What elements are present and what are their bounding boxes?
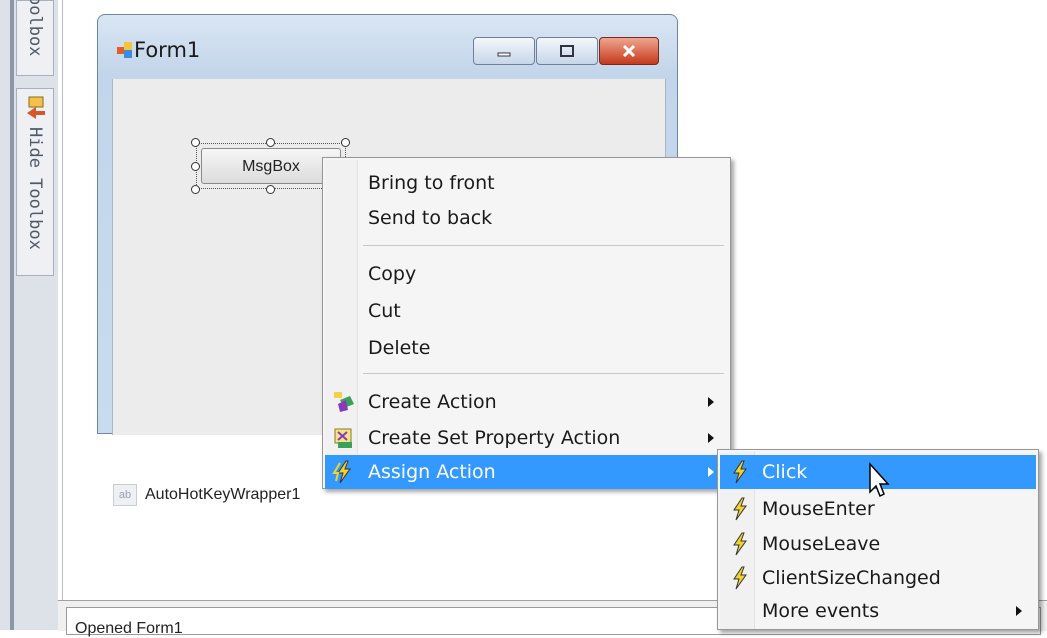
- menu-separator: [363, 373, 724, 374]
- hide-toolbox-label: Hide Toolbox: [25, 127, 45, 250]
- surface-divider: [62, 0, 63, 600]
- submenu-arrow-icon: [708, 433, 714, 443]
- menu-item-bring-to-front[interactable]: Bring to front: [325, 166, 728, 200]
- msgbox-button[interactable]: MsgBox: [201, 148, 341, 184]
- menu-item-cut[interactable]: Cut: [325, 294, 728, 328]
- menu-item-label: Send to back: [368, 207, 493, 229]
- form-icon: [117, 42, 132, 58]
- resize-handle[interactable]: [266, 138, 275, 147]
- submenu-arrow-icon: [708, 467, 714, 477]
- close-button[interactable]: [599, 37, 659, 65]
- context-menu: Bring to front Send to back Copy Cut Del…: [322, 157, 731, 489]
- toolbox-strip: oolbox Hide Toolbox: [0, 0, 58, 630]
- submenu-item-label: More events: [762, 600, 880, 622]
- hide-toolbox-tab[interactable]: Hide Toolbox: [16, 88, 54, 276]
- hide-toolbox-icon: [27, 96, 45, 119]
- menu-item-label: Assign Action: [368, 461, 496, 483]
- menu-item-copy[interactable]: Copy: [325, 257, 728, 291]
- tray-component[interactable]: ab AutoHotKeyWrapper1: [113, 484, 300, 506]
- lightning-icon: [733, 497, 747, 521]
- menu-item-create-action[interactable]: Create Action: [325, 385, 728, 419]
- lightning-icon: [733, 532, 747, 556]
- resize-handle[interactable]: [341, 138, 350, 147]
- submenu-arrow-icon: [1016, 606, 1022, 616]
- toolbox-rail: [10, 0, 14, 630]
- submenu-item-label: MouseEnter: [762, 498, 875, 520]
- menu-item-label: Create Set Property Action: [368, 427, 621, 449]
- toolbox-tab-label: oolbox: [25, 0, 45, 57]
- submenu-item-mouseleave[interactable]: MouseLeave: [720, 527, 1036, 561]
- maximize-button[interactable]: [536, 37, 598, 65]
- submenu-item-label: ClientSizeChanged: [762, 567, 941, 589]
- submenu-item-label: MouseLeave: [762, 533, 881, 555]
- tray-component-label: AutoHotKeyWrapper1: [145, 486, 301, 504]
- close-icon: [622, 44, 636, 58]
- lightning-icon: [733, 566, 747, 590]
- submenu-arrow-icon: [708, 397, 714, 407]
- status-text: Opened Form1: [75, 620, 183, 637]
- menu-separator: [363, 245, 724, 246]
- resize-handle[interactable]: [266, 185, 275, 194]
- menu-item-label: Copy: [368, 263, 417, 285]
- form-title: Form1: [134, 38, 201, 62]
- set-property-icon: [334, 428, 352, 448]
- menu-item-create-set-property-action[interactable]: Create Set Property Action: [325, 421, 728, 455]
- resize-handle[interactable]: [191, 138, 200, 147]
- menu-item-assign-action[interactable]: Assign Action: [325, 455, 728, 489]
- menu-item-delete[interactable]: Delete: [325, 331, 728, 365]
- submenu-item-label: Click: [762, 461, 808, 483]
- lightning-icon: [733, 460, 747, 484]
- toolbox-tab[interactable]: oolbox: [16, 0, 54, 76]
- submenu-item-clientsizechanged[interactable]: ClientSizeChanged: [720, 561, 1036, 595]
- resize-handle[interactable]: [191, 185, 200, 194]
- menu-item-label: Cut: [368, 300, 401, 322]
- menu-item-label: Delete: [368, 337, 431, 359]
- menu-item-label: Bring to front: [368, 172, 495, 194]
- lightning-icon: [332, 460, 351, 484]
- menu-item-send-to-back[interactable]: Send to back: [325, 201, 728, 235]
- minimize-button[interactable]: [473, 37, 535, 65]
- resize-handle[interactable]: [191, 162, 200, 171]
- submenu-item-more-events[interactable]: More events: [720, 594, 1036, 628]
- menu-item-label: Create Action: [368, 391, 497, 413]
- textbox-icon: ab: [113, 484, 137, 506]
- create-action-icon: [334, 392, 354, 412]
- maximize-icon: [560, 45, 574, 57]
- mouse-cursor-icon: [869, 462, 890, 498]
- minimize-icon: [497, 52, 511, 57]
